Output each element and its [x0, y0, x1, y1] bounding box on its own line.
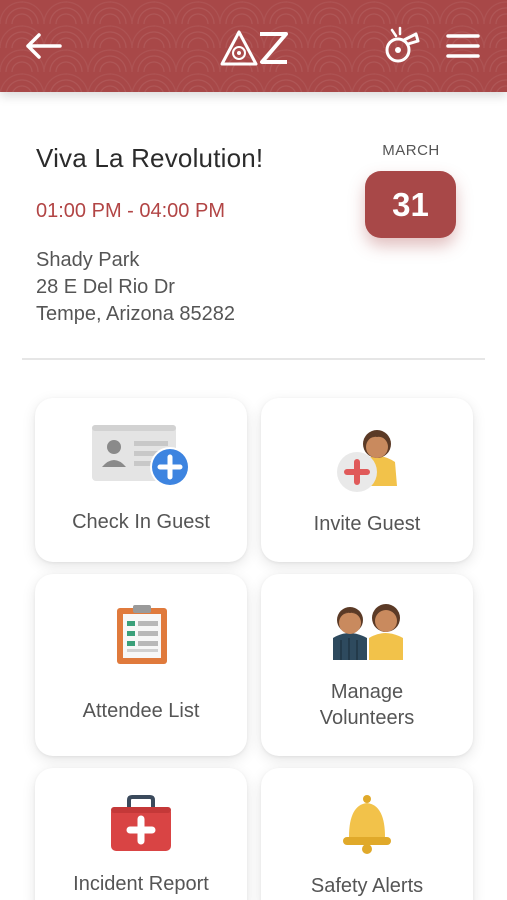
- event-day-badge: 31: [365, 171, 456, 238]
- back-arrow-icon: [26, 33, 62, 59]
- event-city: Tempe, Arizona 85282: [36, 303, 236, 325]
- event-time: 01:00 PM - 04:00 PM: [36, 200, 225, 222]
- event-month: MARCH: [382, 142, 440, 159]
- invite-guest-tile[interactable]: Invite Guest: [261, 398, 473, 562]
- bell-icon: [343, 795, 391, 854]
- whistle-icon: [385, 26, 420, 63]
- check-in-guest-label: Check In Guest: [72, 511, 210, 533]
- attendee-list-tile[interactable]: Attendee List: [35, 574, 247, 756]
- manage-volunteers-label-line1: Manage: [330, 681, 404, 703]
- event-street: 28 E Del Rio Dr: [36, 276, 175, 298]
- attendee-list-label: Attendee List: [82, 700, 200, 722]
- incident-report-tile[interactable]: Incident Report: [35, 768, 247, 900]
- person-plus-icon: [337, 430, 397, 492]
- clipboard-list-icon: [117, 605, 167, 664]
- event-venue: Shady Park: [36, 249, 140, 271]
- safety-alerts-label: Safety Alerts: [310, 875, 424, 897]
- manage-volunteers-label: Manage Volunteers: [261, 679, 473, 731]
- invite-guest-label: Invite Guest: [313, 513, 421, 535]
- safety-alerts-tile[interactable]: Safety Alerts: [261, 768, 473, 900]
- app-logo: [219, 26, 291, 68]
- first-aid-kit-icon: [111, 795, 171, 851]
- event-title: Viva La Revolution!: [36, 143, 264, 173]
- volunteers-icon: [333, 604, 403, 660]
- divider: [22, 358, 485, 360]
- back-button[interactable]: [22, 24, 66, 68]
- menu-button[interactable]: [441, 24, 485, 68]
- incident-report-label: Incident Report: [73, 873, 209, 895]
- hamburger-menu-icon: [446, 34, 480, 58]
- manage-volunteers-label-line2: Volunteers: [319, 707, 415, 729]
- check-in-guest-tile[interactable]: Check In Guest: [35, 398, 247, 562]
- id-card-plus-icon: [92, 425, 190, 487]
- whistle-button[interactable]: [380, 24, 424, 68]
- manage-volunteers-tile[interactable]: Manage Volunteers: [261, 574, 473, 756]
- app-header: [0, 0, 507, 92]
